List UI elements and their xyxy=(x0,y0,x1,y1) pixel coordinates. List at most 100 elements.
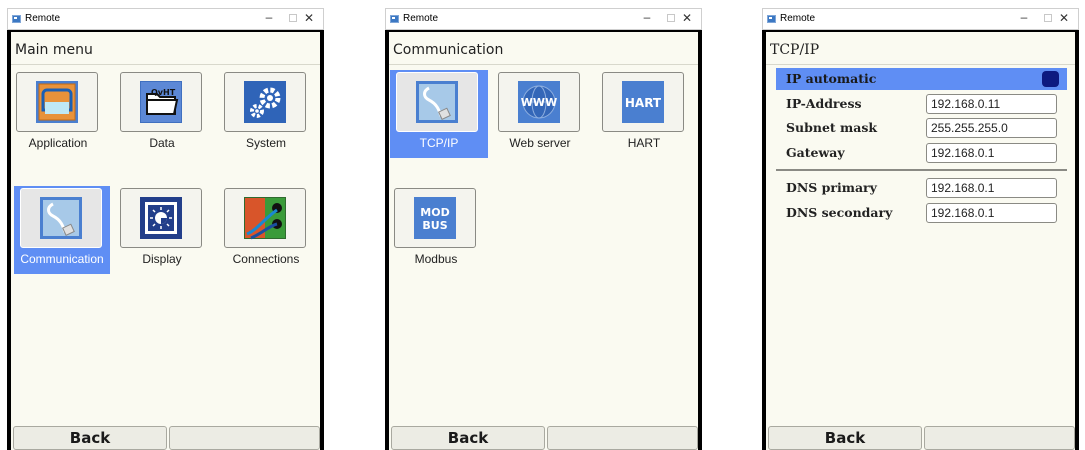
ip-automatic-label: IP automatic xyxy=(786,71,877,86)
tile-label: Data xyxy=(149,136,175,150)
page-title: Main menu xyxy=(15,42,93,58)
tile-button[interactable]: MOD BUS xyxy=(394,188,476,248)
tile-button[interactable] xyxy=(396,72,478,132)
tile-button[interactable]: HART xyxy=(602,72,684,132)
maximize-icon[interactable] xyxy=(289,14,297,22)
ip-automatic-toggle[interactable] xyxy=(1042,71,1059,87)
tile-button[interactable]: WWW xyxy=(498,72,580,132)
remote-window-main-menu: Remote – ✕ Main menu Application QvHT Da… xyxy=(7,8,324,450)
field-label: Gateway xyxy=(786,145,845,160)
modbus-icon-text-2: BUS xyxy=(422,219,447,232)
close-icon[interactable]: ✕ xyxy=(1056,11,1072,25)
tile-label: Web server xyxy=(509,136,571,150)
dns-secondary-field[interactable]: 192.168.0.1 xyxy=(926,203,1057,223)
minimize-icon[interactable]: – xyxy=(1016,10,1032,24)
tile-application[interactable]: Application xyxy=(10,70,106,158)
connections-wiring-icon xyxy=(244,197,286,240)
tile-label: Display xyxy=(142,252,182,266)
data-folder-icon: QvHT xyxy=(140,81,182,123)
dns-primary-row: DNS primary 192.168.0.1 xyxy=(776,177,1067,199)
title-bar: Remote – ✕ xyxy=(385,8,702,30)
dns-secondary-row: DNS secondary 192.168.0.1 xyxy=(776,202,1067,224)
remote-window-tcpip: Remote – ✕ TCP/IP IP automatic IP-Addres… xyxy=(762,8,1079,450)
tile-label: Communication xyxy=(20,252,104,266)
tile-tcpip[interactable]: TCP/IP xyxy=(390,70,488,158)
back-button[interactable]: Back xyxy=(391,426,545,450)
gateway-field[interactable]: 192.168.0.1 xyxy=(926,143,1057,163)
tile-label: System xyxy=(245,136,286,150)
hart-icon-text: HART xyxy=(625,96,662,110)
softkey-right-button[interactable] xyxy=(924,426,1075,450)
tile-display[interactable]: Display xyxy=(114,186,210,274)
tile-button[interactable] xyxy=(224,188,306,248)
page-title: Communication xyxy=(393,42,504,58)
maximize-icon[interactable] xyxy=(667,14,675,22)
tile-hart[interactable]: HART HART xyxy=(596,70,692,158)
header-divider xyxy=(389,64,698,65)
communication-cable-icon xyxy=(40,197,82,239)
tile-communication[interactable]: Communication xyxy=(14,186,110,274)
tile-label: Modbus xyxy=(414,252,458,266)
softkey-bar: Back xyxy=(766,426,1075,450)
window-title: Remote xyxy=(403,13,439,24)
dns-primary-field[interactable]: 192.168.0.1 xyxy=(926,178,1057,198)
tile-label: HART xyxy=(627,136,661,150)
tile-button[interactable] xyxy=(20,188,102,248)
subnet-mask-field[interactable]: 255.255.255.0 xyxy=(926,118,1057,138)
tcpip-cable-icon xyxy=(416,81,458,123)
maximize-icon[interactable] xyxy=(1044,14,1052,22)
tile-button[interactable] xyxy=(120,188,202,248)
field-label: IP-Address xyxy=(786,96,862,111)
section-divider xyxy=(776,169,1067,171)
minimize-icon[interactable]: – xyxy=(639,10,655,24)
system-gears-icon xyxy=(244,81,286,123)
subnet-mask-row: Subnet mask 255.255.255.0 xyxy=(776,117,1067,139)
device-screen: TCP/IP IP automatic IP-Address 192.168.0… xyxy=(766,32,1075,450)
www-globe-icon: WWW xyxy=(518,81,560,123)
modbus-icon-text-1: MOD xyxy=(420,206,449,219)
tile-web-server[interactable]: WWW Web server xyxy=(492,70,588,158)
application-icon xyxy=(36,81,78,123)
softkey-bar: Back xyxy=(11,426,320,450)
ip-address-row: IP-Address 192.168.0.11 xyxy=(776,93,1067,115)
device-screen: Main menu Application QvHT Data System C… xyxy=(11,32,320,450)
modbus-icon: MOD BUS xyxy=(414,197,456,239)
svg-text:QvHT: QvHT xyxy=(151,88,176,97)
ip-automatic-row[interactable]: IP automatic xyxy=(776,68,1067,90)
hart-icon: HART xyxy=(622,81,664,123)
app-icon xyxy=(767,15,776,23)
header-divider xyxy=(766,64,1075,65)
minimize-icon[interactable]: – xyxy=(261,10,277,24)
title-bar: Remote – ✕ xyxy=(762,8,1079,30)
www-icon-text: WWW xyxy=(521,96,557,109)
app-icon xyxy=(12,15,21,23)
tile-button[interactable] xyxy=(224,72,306,132)
tile-system[interactable]: System xyxy=(218,70,314,158)
softkey-right-button[interactable] xyxy=(547,426,698,450)
field-label: Subnet mask xyxy=(786,120,878,135)
app-icon xyxy=(390,15,399,23)
title-bar: Remote – ✕ xyxy=(7,8,324,30)
remote-window-communication: Remote – ✕ Communication TCP/IP WWW Web … xyxy=(385,8,702,450)
tile-data[interactable]: QvHT Data xyxy=(114,70,210,158)
ip-address-field[interactable]: 192.168.0.11 xyxy=(926,94,1057,114)
close-icon[interactable]: ✕ xyxy=(301,11,317,25)
tile-button[interactable]: QvHT xyxy=(120,72,202,132)
gateway-row: Gateway 192.168.0.1 xyxy=(776,142,1067,164)
window-title: Remote xyxy=(25,13,61,24)
window-title: Remote xyxy=(780,13,816,24)
field-label: DNS primary xyxy=(786,180,877,195)
page-title: TCP/IP xyxy=(770,42,820,58)
header-divider xyxy=(11,64,320,65)
device-screen: Communication TCP/IP WWW Web server HART… xyxy=(389,32,698,450)
tile-connections[interactable]: Connections xyxy=(218,186,314,274)
softkey-right-button[interactable] xyxy=(169,426,320,450)
tile-button[interactable] xyxy=(16,72,98,132)
back-button[interactable]: Back xyxy=(13,426,167,450)
close-icon[interactable]: ✕ xyxy=(679,11,695,25)
softkey-bar: Back xyxy=(389,426,698,450)
back-button[interactable]: Back xyxy=(768,426,922,450)
display-brightness-icon xyxy=(140,197,182,239)
tile-label: Application xyxy=(28,136,88,150)
tile-modbus[interactable]: MOD BUS Modbus xyxy=(388,186,484,274)
